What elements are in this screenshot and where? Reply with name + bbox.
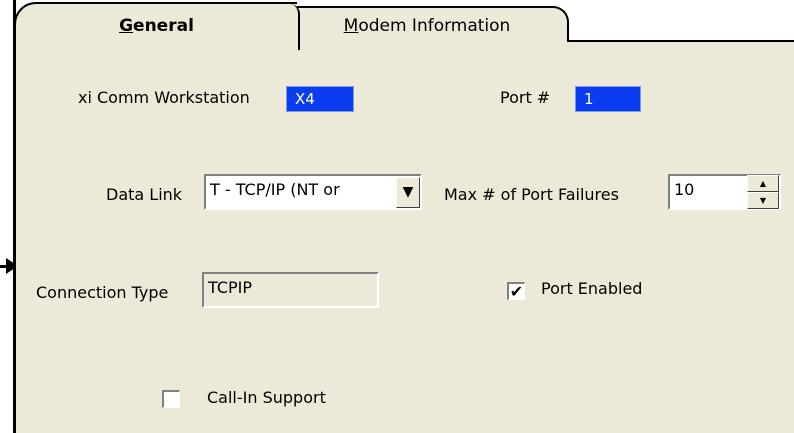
- spin-down-icon: ▼: [759, 196, 767, 205]
- connection-type-field: TCPIP: [202, 272, 379, 308]
- data-link-value: T - TCP/IP (NT or: [210, 180, 340, 199]
- data-link-label: Data Link: [106, 185, 183, 204]
- port-enabled-checkbox[interactable]: ✔: [507, 282, 525, 300]
- port-field[interactable]: 1: [575, 86, 641, 112]
- spin-up-button[interactable]: ▲: [747, 175, 779, 192]
- chevron-down-icon: ▼: [402, 184, 414, 200]
- connection-type-label: Connection Type: [36, 283, 169, 302]
- connection-type-value: TCPIP: [208, 278, 253, 297]
- check-icon: ✔: [509, 282, 524, 301]
- workstation-field[interactable]: X4: [286, 86, 354, 112]
- port-label: Port #: [500, 88, 551, 107]
- workstation-label: xi Comm Workstation: [78, 88, 250, 107]
- call-in-support-label: Call-In Support: [207, 388, 326, 407]
- max-failures-value: 10: [674, 180, 695, 199]
- spin-down-button[interactable]: ▼: [747, 192, 779, 209]
- tab-modem-information[interactable]: Modem Information: [287, 6, 569, 42]
- tab-modem-information-label: Modem Information: [343, 16, 511, 36]
- port-enabled-label: Port Enabled: [541, 279, 643, 298]
- data-link-select[interactable]: T - TCP/IP (NT or: [204, 174, 422, 210]
- spin-up-icon: ▲: [759, 179, 767, 188]
- max-failures-label: Max # of Port Failures: [444, 185, 619, 204]
- tab-general[interactable]: General: [14, 2, 300, 50]
- general-tab-panel: xi Comm Workstation X4 Port # 1 Data Lin…: [16, 42, 794, 433]
- call-in-support-checkbox[interactable]: [162, 390, 180, 408]
- data-link-dropdown-button[interactable]: ▼: [396, 177, 420, 208]
- tab-general-label: General: [119, 16, 194, 36]
